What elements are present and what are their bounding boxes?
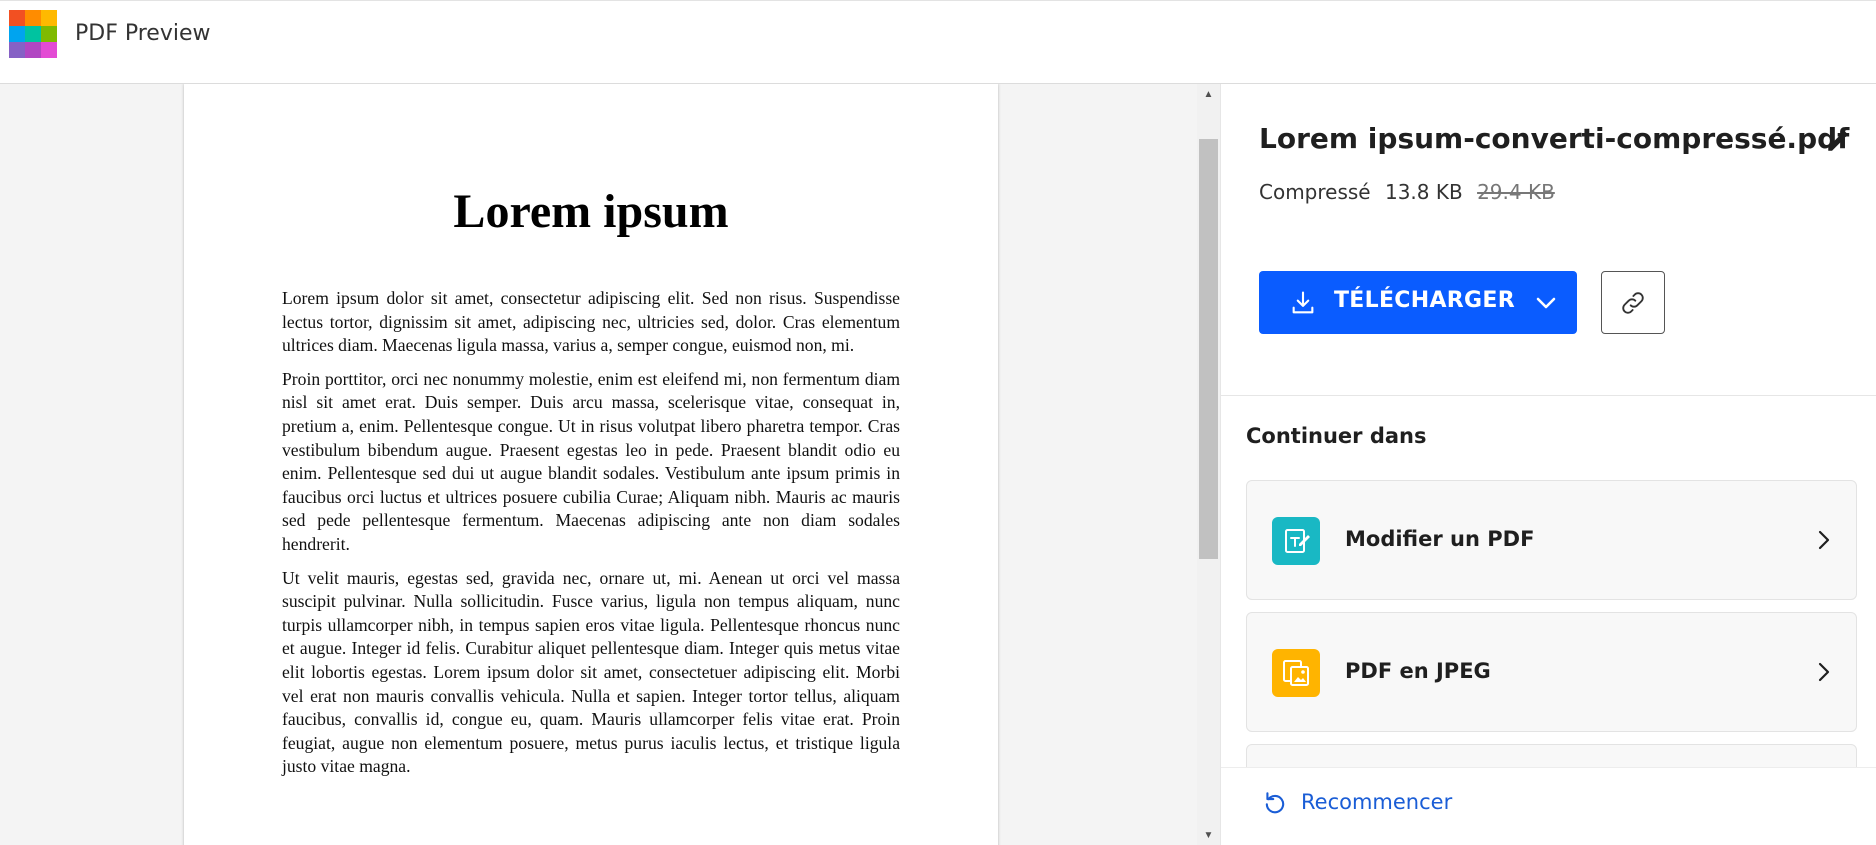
viewer-scrollbar[interactable]: ▲ ▼ [1197,84,1220,845]
scroll-up-arrow-icon[interactable]: ▲ [1197,88,1220,102]
panel-footer: Recommencer [1221,767,1876,845]
app-logo-icon [9,10,57,58]
document-paragraph: Ut velit mauris, egestas sed, gravida ne… [282,567,900,777]
compression-info: Compressé 13.8 KB 29.4 KB [1259,180,1555,204]
original-file-size: 29.4 KB [1477,180,1555,204]
pdf-to-jpeg-icon [1272,649,1320,697]
document-body: Lorem ipsum dolor sit amet, consectetur … [282,287,900,789]
section-divider [1221,395,1876,396]
scroll-thumb[interactable] [1199,139,1218,559]
card-label: PDF en JPEG [1345,659,1491,683]
card-pdf-to-jpeg[interactable]: PDF en JPEG [1246,612,1857,732]
logo-tile [25,10,41,26]
compression-status: Compressé [1259,180,1371,204]
chevron-right-icon [1818,530,1830,550]
logo-tile [41,10,57,26]
logo-tile [9,42,25,58]
restart-button[interactable]: Recommencer [1261,788,1452,816]
result-panel: Lorem ipsum-converti-compressé.pdf Compr… [1220,84,1876,845]
download-label: TÉLÉCHARGER [1334,288,1515,313]
file-name: Lorem ipsum-converti-compressé.pdf [1259,122,1850,155]
restart-icon [1265,792,1285,814]
pdf-page: Lorem ipsum Lorem ipsum dolor sit amet, … [184,84,998,845]
app-title: PDF Preview [75,21,211,46]
download-split-divider [1519,271,1520,334]
new-file-size: 13.8 KB [1384,180,1463,204]
chevron-right-icon [1818,662,1830,682]
logo-tile [41,26,57,42]
card-edit-pdf[interactable]: Modifier un PDF [1246,480,1857,600]
logo-tile [41,42,57,58]
download-button[interactable]: TÉLÉCHARGER [1259,271,1577,334]
logo-tile [25,42,41,58]
logo-tile [9,26,25,42]
copy-link-button[interactable] [1601,271,1665,334]
document-paragraph: Lorem ipsum dolor sit amet, consectetur … [282,288,900,356]
document-paragraph: Proin porttitor, orci nec nonummy molest… [282,368,900,554]
document-title: Lorem ipsum [453,185,729,238]
card-label: Modifier un PDF [1345,527,1535,551]
download-icon [1292,291,1314,314]
top-bar: PDF Preview [0,0,1876,84]
logo-tile [9,10,25,26]
scroll-down-arrow-icon[interactable]: ▼ [1197,829,1220,843]
pdf-viewer[interactable]: Lorem ipsum Lorem ipsum dolor sit amet, … [0,84,1220,845]
continue-heading: Continuer dans [1246,424,1427,448]
link-icon [1622,292,1644,314]
logo-tile [25,26,41,42]
restart-label: Recommencer [1301,790,1453,814]
edit-pdf-icon [1272,517,1320,565]
chevron-down-icon[interactable] [1533,291,1559,315]
pencil-icon[interactable] [1825,128,1851,154]
